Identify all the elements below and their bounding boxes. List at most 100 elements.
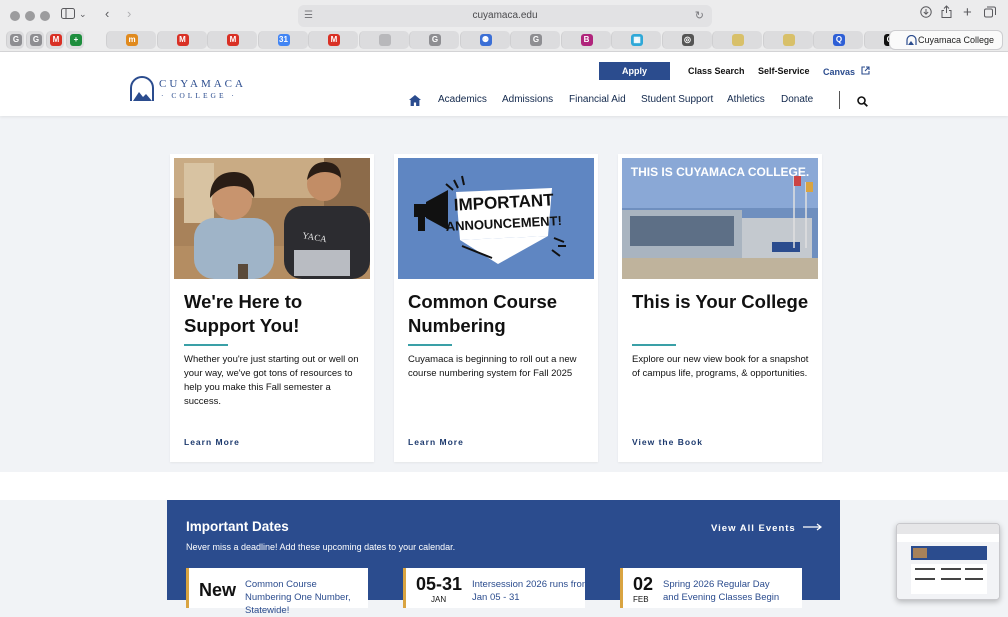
card-divider [632, 344, 676, 346]
browser-tab[interactable]: ⚉ [459, 31, 510, 49]
page-settings-icon[interactable]: ☰ [304, 5, 313, 27]
browser-tab[interactable]: 31 [257, 31, 308, 49]
date-description: Spring 2026 Regular Day and Evening Clas… [663, 579, 780, 603]
browser-tab[interactable]: G [510, 31, 560, 49]
card-description: Explore our new view book for a snapshot… [632, 354, 809, 379]
learn-more-link[interactable]: Learn More [408, 437, 464, 447]
blank-page-icon [378, 34, 391, 46]
g-favicon-icon: G [10, 34, 22, 46]
url-text: cuyamaca.edu [472, 10, 538, 21]
b-square-icon: B [580, 34, 593, 46]
gmail-icon: M [227, 34, 239, 46]
date-card[interactable]: 05-31 JAN Intersession 2026 runs from Ja… [403, 568, 590, 608]
card-course-numbering: IMPORTANT ANNOUNCEMENT! Common Course Nu… [394, 154, 598, 462]
gmail-icon: M [328, 34, 340, 46]
browser-tab[interactable] [762, 31, 813, 49]
card-support: YACA We're Here to Support You! Whether … [170, 154, 374, 462]
arrow-right-icon [803, 523, 823, 531]
nav-student-support[interactable]: Student Support [641, 94, 713, 105]
card-description: Cuyamaca is beginning to roll out a new … [408, 354, 577, 379]
nav-admissions[interactable]: Admissions [502, 94, 553, 105]
new-tab-icon[interactable]: + [963, 5, 972, 21]
browser-tab[interactable]: m [106, 31, 156, 49]
date-number: New [199, 580, 237, 600]
logo-mark-icon [130, 76, 154, 101]
browser-tab[interactable]: Q [813, 31, 863, 49]
students-photo: YACA [174, 158, 370, 279]
forward-icon[interactable]: › [127, 6, 131, 22]
browser-tab[interactable] [712, 31, 762, 49]
target-icon: ◎ [681, 34, 694, 46]
apply-button[interactable]: Apply [599, 62, 670, 80]
date-number: 02 [633, 574, 654, 594]
canvas-link[interactable]: Canvas [823, 66, 870, 77]
browser-tab[interactable]: ◎ [661, 31, 712, 49]
browser-tab[interactable]: G [409, 31, 459, 49]
browser-tab[interactable]: B [560, 31, 611, 49]
view-all-events-link[interactable]: View All Events [711, 523, 823, 534]
class-search-link[interactable]: Class Search [688, 66, 745, 76]
browser-tab[interactable]: M [308, 31, 358, 49]
canvas-label: Canvas [823, 67, 856, 77]
download-icon[interactable] [920, 6, 932, 22]
nav-donate[interactable]: Donate [781, 94, 813, 105]
browser-tab[interactable]: M [156, 31, 207, 49]
section-separator [0, 472, 1008, 500]
tab-overview-icon[interactable] [984, 6, 996, 22]
card-title: Common Course Numbering [408, 291, 558, 336]
tab-strip: GGM+mMM31MG⚉GB▦◎QC [0, 31, 1008, 49]
browser-tab[interactable]: G [6, 31, 24, 49]
card-description: Whether you're just starting out or well… [184, 354, 359, 407]
section-title: Important Dates [186, 519, 289, 534]
close-window-icon[interactable] [10, 11, 20, 21]
self-service-link[interactable]: Self-Service [758, 66, 810, 76]
browser-tab[interactable]: + [66, 31, 84, 49]
back-icon[interactable]: ‹ [105, 6, 109, 22]
date-card[interactable]: 02 FEB Spring 2026 Regular Day and Eveni… [620, 568, 802, 608]
browser-tab[interactable]: M [207, 31, 257, 49]
browser-tab[interactable]: ▦ [611, 31, 661, 49]
cuyamaca-favicon-icon [906, 34, 917, 52]
note-icon [782, 34, 795, 46]
minimize-window-icon[interactable] [25, 11, 35, 21]
home-icon[interactable] [409, 93, 421, 111]
tab-active[interactable]: Cuyamaca College [890, 31, 1002, 49]
g-favicon-icon: G [530, 34, 542, 46]
search-icon[interactable] [857, 94, 868, 112]
chevron-down-icon[interactable]: ⌄ [79, 6, 87, 22]
view-book-link[interactable]: View the Book [632, 437, 703, 447]
nav-financial-aid[interactable]: Financial Aid [569, 94, 626, 105]
campus-caption: THIS IS CUYAMACA COLLEGE. [631, 165, 809, 179]
view-all-label: View All Events [711, 523, 796, 534]
reload-icon[interactable]: ↻ [695, 5, 704, 27]
date-description: Common Course Numbering One Number, Stat… [245, 579, 351, 616]
zoom-window-icon[interactable] [40, 11, 50, 21]
grid-icon: ▦ [631, 34, 643, 46]
learn-more-link[interactable]: Learn More [184, 437, 240, 447]
date-number: 05-31 [416, 574, 463, 594]
people-icon: ⚉ [479, 34, 492, 46]
thumbnail-preview-image [897, 524, 999, 599]
browser-chrome: ⌄ ‹ › ☰ cuyamaca.edu ↻ + G G M + m M M 31 M G ⚉ G B ▦… [0, 0, 1008, 52]
screenshot-thumbnail[interactable] [896, 523, 1000, 600]
browser-tab[interactable]: G [26, 31, 44, 49]
card-divider [184, 344, 228, 346]
card-divider [408, 344, 452, 346]
sidebar-toggle-icon[interactable] [61, 7, 75, 23]
browser-tab[interactable] [358, 31, 409, 49]
external-link-icon [860, 66, 870, 75]
logo-wordmark: CUYAMACA [159, 78, 246, 90]
tab-active-label: Cuyamaca College [918, 35, 995, 45]
share-icon[interactable] [941, 5, 952, 22]
gmail-icon: M [50, 34, 62, 46]
address-bar[interactable]: ☰ cuyamaca.edu ↻ [298, 5, 712, 27]
announcement-image: IMPORTANT ANNOUNCEMENT! [398, 158, 594, 279]
important-dates-section: Important Dates Never miss a deadline! A… [167, 500, 840, 616]
card-title: This is Your College [632, 291, 809, 312]
date-card[interactable]: New Common Course Numbering One Number, … [186, 568, 368, 616]
gmail-icon: M [176, 34, 189, 46]
date-description: Intersession 2026 runs from Jan 05 - 31 [472, 579, 590, 603]
nav-academics[interactable]: Academics [438, 94, 487, 105]
browser-tab[interactable]: M [46, 31, 64, 49]
nav-athletics[interactable]: Athletics [727, 94, 765, 105]
